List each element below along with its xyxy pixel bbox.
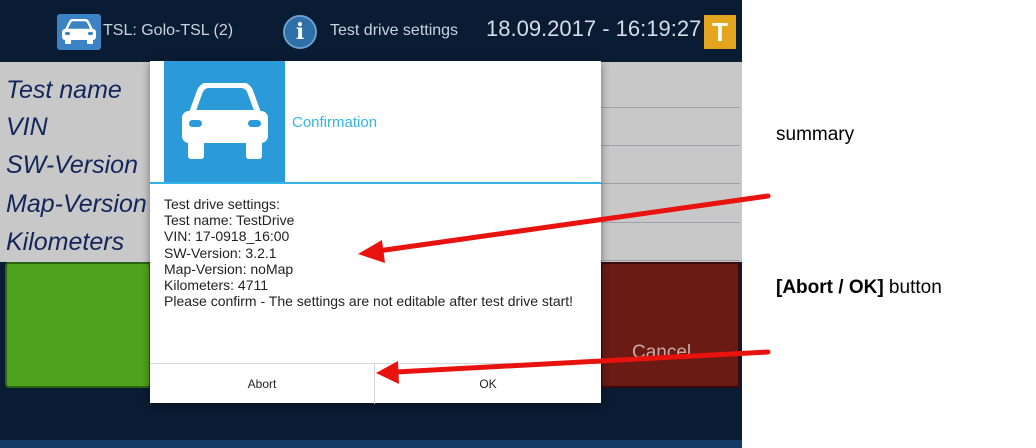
arrow-to-buttons xyxy=(393,349,771,375)
arrow-to-buttons-head xyxy=(376,361,399,384)
arrow-to-summary xyxy=(375,193,771,254)
arrow-to-summary-head xyxy=(358,240,385,263)
annotation-arrows xyxy=(358,193,771,384)
